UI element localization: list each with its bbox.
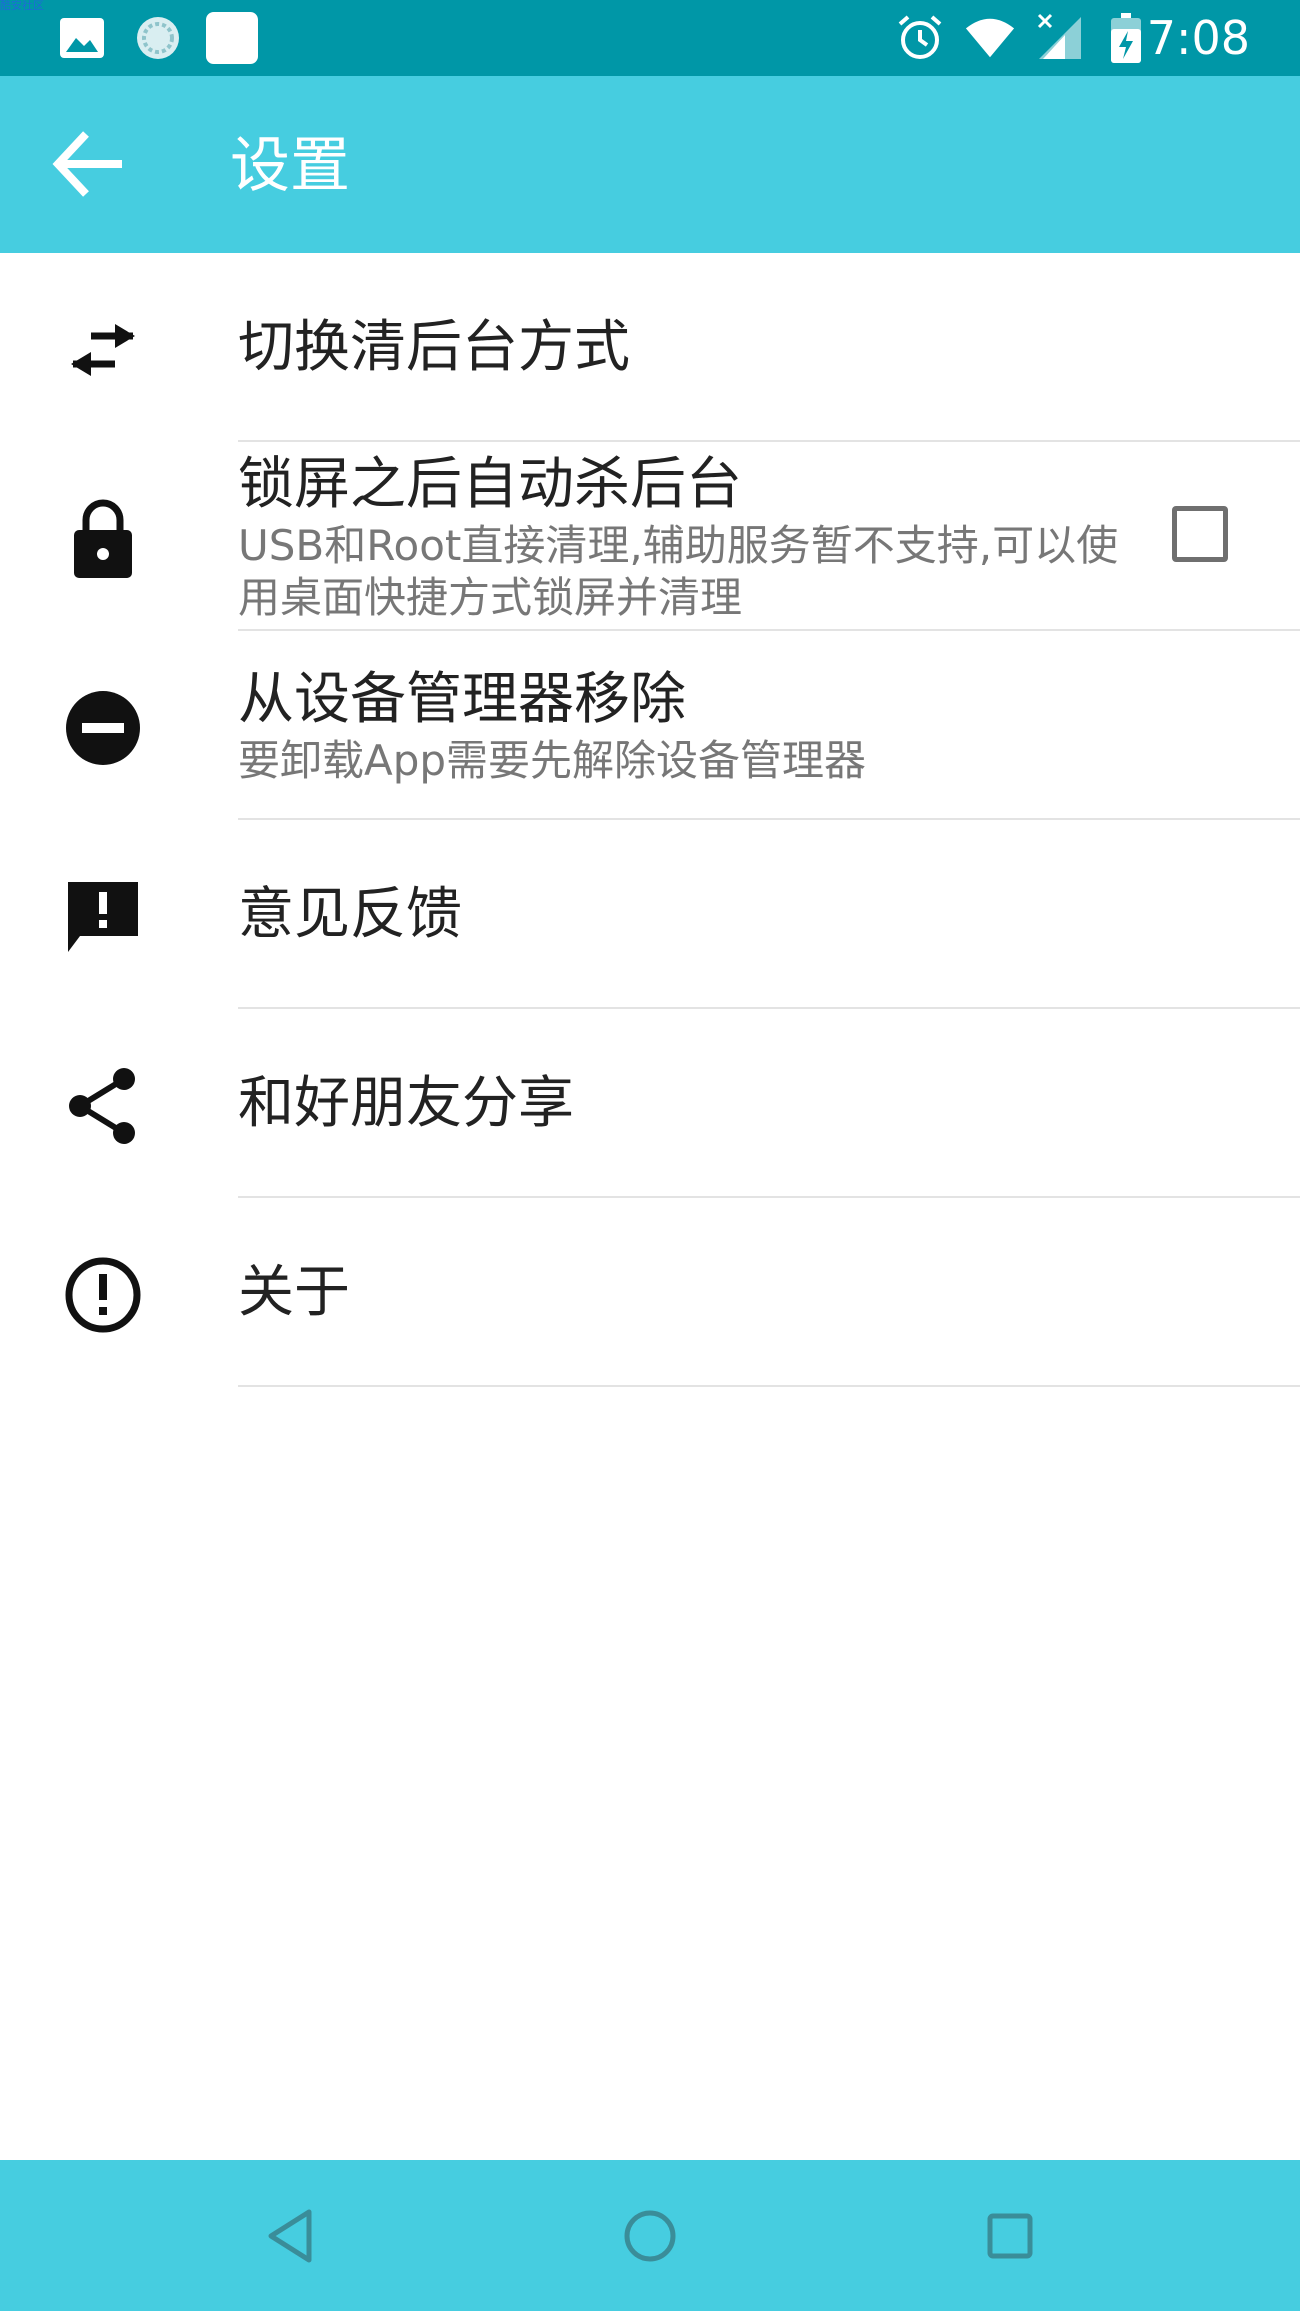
status-time: 7:08 [1146, 11, 1250, 65]
app-bar: 设置 [0, 76, 1300, 253]
setting-summary: 要卸载App需要先解除设备管理器 [238, 735, 867, 785]
swap-horizontal-icon [62, 309, 144, 391]
arrow-back-icon [52, 131, 122, 197]
setting-title: 切换清后台方式 [238, 314, 630, 380]
setting-summary: USB和Root直接清理,辅助服务暂不支持,可以使用桌面快捷方式锁屏并清理 [238, 520, 1119, 622]
nav-home-button[interactable] [610, 2196, 690, 2276]
alarm-icon [894, 12, 946, 64]
setting-title: 和好朋友分享 [238, 1070, 574, 1136]
setting-share[interactable]: 和好朋友分享 [0, 1009, 1300, 1198]
status-bar: 酷安社区 7:08 [0, 0, 1300, 76]
setting-text: 关于 [238, 1198, 1120, 1387]
watermark: 酷安社区 [0, 0, 44, 12]
info-outline-icon [62, 1254, 144, 1336]
back-triangle-icon [268, 2209, 312, 2263]
page-title: 设置 [230, 131, 350, 201]
remove-circle-icon [62, 687, 144, 769]
divider [238, 1385, 1300, 1387]
feedback-icon [62, 876, 144, 958]
setting-title: 关于 [238, 1259, 350, 1325]
back-button[interactable] [40, 116, 136, 212]
setting-title: 意见反馈 [238, 881, 462, 947]
recents-square-icon [987, 2213, 1033, 2259]
image-icon [56, 12, 108, 64]
signal-icon [1034, 12, 1086, 64]
sync-icon [132, 12, 184, 64]
lock-icon [62, 498, 144, 580]
setting-feedback[interactable]: 意见反馈 [0, 820, 1300, 1009]
lock-screen-checkbox[interactable] [1172, 506, 1228, 562]
setting-title: 锁屏之后自动杀后台 [238, 451, 742, 517]
nav-back-button[interactable] [250, 2196, 330, 2276]
wifi-icon [964, 12, 1016, 64]
setting-remove-device-admin[interactable]: 从设备管理器移除 要卸载App需要先解除设备管理器 [0, 631, 1300, 820]
setting-about[interactable]: 关于 [0, 1198, 1300, 1387]
navigation-bar [0, 2160, 1300, 2311]
setting-text: 从设备管理器移除 要卸载App需要先解除设备管理器 [238, 631, 1120, 820]
share-icon [62, 1065, 144, 1147]
setting-text: 切换清后台方式 [238, 253, 1120, 442]
battery-charging-icon [1100, 12, 1152, 64]
setting-title: 从设备管理器移除 [238, 666, 686, 732]
nav-recents-button[interactable] [970, 2196, 1050, 2276]
setting-text: 意见反馈 [238, 820, 1120, 1009]
home-circle-icon [624, 2210, 676, 2262]
setting-text: 和好朋友分享 [238, 1009, 1120, 1198]
setting-lock-screen-auto-kill[interactable]: 锁屏之后自动杀后台 USB和Root直接清理,辅助服务暂不支持,可以使用桌面快捷… [0, 442, 1300, 631]
settings-list: 切换清后台方式 锁屏之后自动杀后台 USB和Root直接清理,辅助服务暂不支持,… [0, 253, 1300, 1387]
setting-switch-clean-mode[interactable]: 切换清后台方式 [0, 253, 1300, 442]
app-icon [206, 12, 258, 64]
setting-text: 锁屏之后自动杀后台 USB和Root直接清理,辅助服务暂不支持,可以使用桌面快捷… [238, 442, 1120, 631]
